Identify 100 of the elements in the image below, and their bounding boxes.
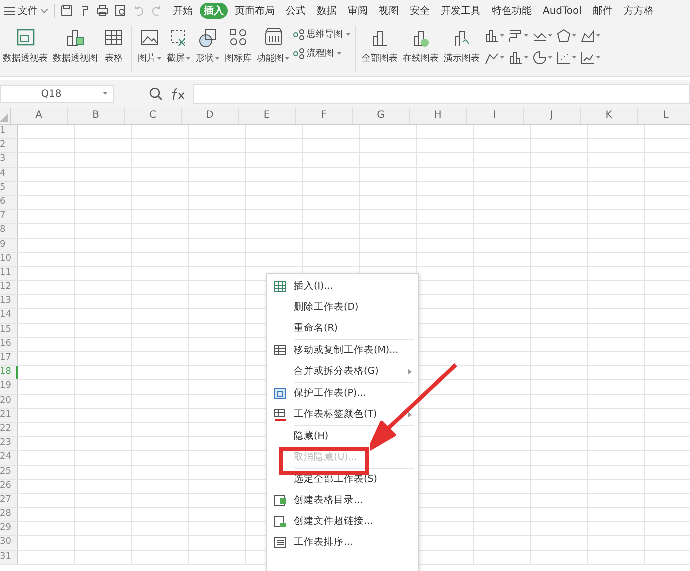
- area-chart-icon: [581, 29, 595, 43]
- column-header[interactable]: E: [239, 108, 296, 124]
- chart-type-button[interactable]: [485, 29, 505, 43]
- chart-type-button[interactable]: [557, 51, 577, 65]
- row-header[interactable]: 13: [0, 295, 18, 308]
- row-header[interactable]: 8: [0, 224, 18, 238]
- column-header[interactable]: D: [182, 108, 239, 124]
- column-header[interactable]: L: [638, 108, 690, 124]
- row-header[interactable]: 18: [0, 366, 18, 380]
- row-header[interactable]: 5: [0, 182, 18, 195]
- ribbon-tab[interactable]: 方方格: [620, 3, 658, 19]
- ribbon-tab[interactable]: 视图: [375, 3, 403, 19]
- print-icon[interactable]: [97, 5, 109, 17]
- ribbon-button[interactable]: 思维导图: [293, 28, 351, 41]
- row-header[interactable]: 28: [0, 508, 18, 522]
- chart-type-button[interactable]: [509, 29, 529, 43]
- ribbon-tab[interactable]: 数据: [313, 3, 341, 19]
- menu-item[interactable]: 合并或拆分表格(G): [267, 361, 418, 382]
- row-header[interactable]: 30: [0, 536, 18, 550]
- zoom-icon[interactable]: [149, 87, 163, 101]
- ribbon-tab[interactable]: 插入: [200, 3, 228, 19]
- menu-item[interactable]: 创建表格目录...: [267, 490, 418, 511]
- ribbon-tab[interactable]: 邮件: [588, 3, 617, 19]
- ribbon-tab[interactable]: 特色功能: [488, 3, 536, 19]
- row-header[interactable]: 29: [0, 522, 18, 536]
- ribbon-button[interactable]: 图片: [136, 26, 164, 66]
- ribbon-tab[interactable]: 开发工具: [437, 3, 485, 19]
- caret-icon: [215, 56, 220, 61]
- ribbon-button[interactable]: 截屏: [165, 26, 193, 66]
- row-header[interactable]: 15: [0, 324, 18, 337]
- row-header[interactable]: 20: [0, 394, 18, 408]
- column-header[interactable]: B: [68, 108, 125, 124]
- column-header[interactable]: C: [125, 108, 182, 124]
- table-icon: [274, 344, 287, 356]
- ribbon-button[interactable]: 图标库: [223, 26, 254, 66]
- print-preview-icon[interactable]: [115, 5, 127, 17]
- row-header[interactable]: 3: [0, 153, 18, 167]
- row-header[interactable]: 25: [0, 466, 18, 479]
- chart-type-button[interactable]: [581, 29, 601, 43]
- column-header[interactable]: K: [581, 108, 638, 124]
- ribbon-tab[interactable]: AudTool: [539, 4, 586, 18]
- row-header[interactable]: 26: [0, 480, 18, 493]
- row-header[interactable]: 22: [0, 422, 18, 436]
- row-header[interactable]: 1: [0, 125, 18, 138]
- ribbon-button[interactable]: 流程图: [293, 47, 351, 60]
- row-header[interactable]: 24: [0, 451, 18, 464]
- row-header[interactable]: 11: [0, 266, 18, 280]
- column-header[interactable]: A: [11, 108, 68, 124]
- menu-item[interactable]: 插入(I)...: [267, 276, 418, 297]
- row-header[interactable]: 7: [0, 210, 18, 224]
- ribbon-button[interactable]: 表格: [101, 26, 127, 66]
- ribbon-button[interactable]: 数据透视图: [51, 26, 100, 66]
- name-box[interactable]: Q18: [0, 85, 114, 103]
- ribbon-tab[interactable]: 安全: [406, 3, 434, 19]
- column-chart-icon: [509, 51, 523, 65]
- ribbon-tab[interactable]: 开始: [169, 3, 197, 19]
- column-header[interactable]: I: [467, 108, 524, 124]
- row-header[interactable]: 6: [0, 196, 18, 210]
- row-header[interactable]: 9: [0, 238, 18, 252]
- column-header[interactable]: H: [410, 108, 467, 124]
- ribbon-button[interactable]: 数据透视表: [1, 26, 50, 66]
- ribbon-tab[interactable]: 审阅: [344, 3, 372, 19]
- menu-item[interactable]: 删除工作表(D): [267, 297, 418, 318]
- save-icon[interactable]: [61, 5, 73, 17]
- row-header[interactable]: 2: [0, 139, 18, 152]
- ribbon-tab[interactable]: 公式: [282, 3, 310, 19]
- row-header[interactable]: 27: [0, 494, 18, 508]
- ribbon-button[interactable]: 全部图表: [360, 26, 400, 66]
- ribbon-tab[interactable]: 页面布局: [231, 3, 279, 19]
- column-header[interactable]: J: [524, 108, 581, 124]
- diagram-icon: [293, 48, 305, 60]
- menu-item[interactable]: 工作表标签颜色(T): [267, 404, 418, 425]
- ribbon-button[interactable]: 在线图表: [401, 26, 441, 66]
- row-header[interactable]: 4: [0, 168, 18, 181]
- ribbon-button[interactable]: 功能图: [255, 26, 292, 66]
- function-icon[interactable]: [171, 87, 187, 101]
- row-header[interactable]: 19: [0, 380, 18, 394]
- chart-type-button[interactable]: [485, 51, 505, 65]
- row-header[interactable]: 14: [0, 309, 18, 323]
- ribbon-button[interactable]: 演示图表: [442, 26, 482, 66]
- row-header[interactable]: 31: [0, 550, 18, 564]
- menu-item[interactable]: 重命名(R): [267, 318, 418, 339]
- chart-type-button[interactable]: [533, 51, 553, 65]
- column-header[interactable]: G: [353, 108, 410, 124]
- formula-input[interactable]: [193, 84, 690, 104]
- row-header[interactable]: 21: [0, 408, 18, 422]
- row-header[interactable]: 10: [0, 252, 18, 266]
- row-header[interactable]: 23: [0, 437, 18, 450]
- column-header[interactable]: F: [296, 108, 353, 124]
- chart-type-button[interactable]: [581, 51, 601, 65]
- menu-item[interactable]: 工作表排序...: [267, 532, 418, 553]
- row-header[interactable]: 16: [0, 338, 18, 351]
- chart-type-button[interactable]: [557, 29, 577, 43]
- chart-type-button[interactable]: [509, 51, 529, 65]
- menu-item[interactable]: 创建文件超链接...: [267, 511, 418, 532]
- caret-icon[interactable]: [103, 92, 108, 96]
- row-header[interactable]: 12: [0, 281, 18, 294]
- row-header[interactable]: 17: [0, 352, 18, 366]
- ribbon-button[interactable]: 形状: [194, 26, 222, 66]
- file-menu[interactable]: 文件: [4, 4, 48, 18]
